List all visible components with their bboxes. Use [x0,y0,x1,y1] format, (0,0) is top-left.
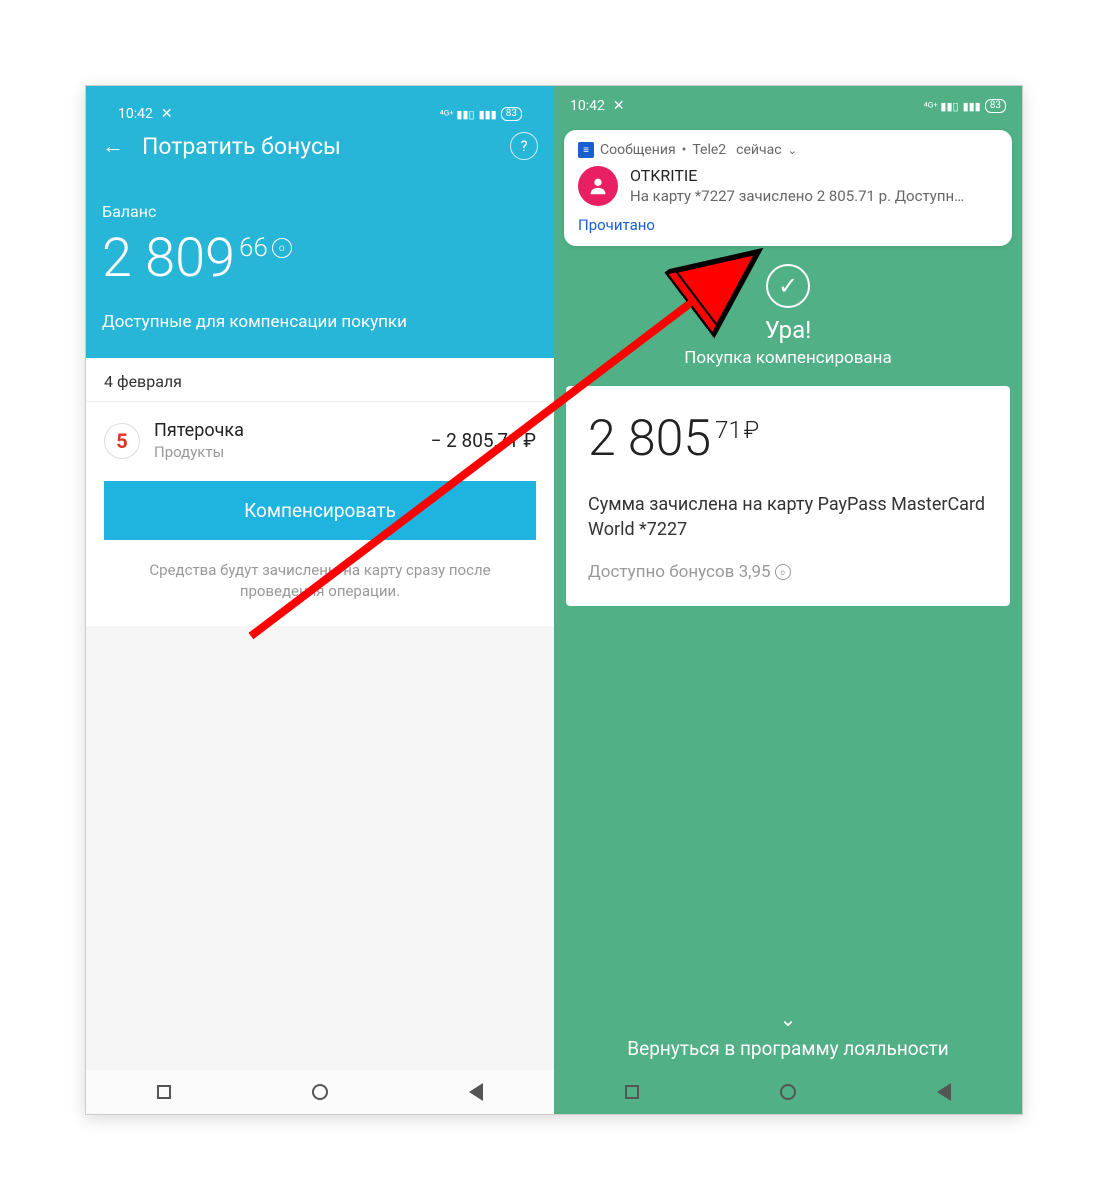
notification-carrier: Tele2 [692,142,726,158]
success-block: ✓ Ура! Покупка компенсирована [554,264,1022,368]
nav-bar [86,1070,554,1114]
nav-home-icon[interactable] [311,1083,329,1101]
success-title: Ура! [554,316,1022,344]
battery-icon: 83 [985,99,1006,113]
chevron-down-icon[interactable]: ⌄ [788,144,797,157]
page-title: Потратить бонусы [142,133,492,160]
hint-text: Средства будут зачислены на карту сразу … [86,554,554,626]
notification-app: Сообщения [600,142,676,158]
credited-text: Сумма зачислена на карту PayPass MasterC… [588,492,988,542]
nav-recent-icon[interactable] [155,1083,173,1101]
network-icon: ⁴ᴳ⁺ ▮▮▯ [440,108,475,121]
merchant-category: Продукты [154,443,417,461]
battery-icon: 83 [501,107,522,121]
network-icon: ⁴ᴳ⁺ ▮▮▯ [924,100,959,113]
nav-home-icon[interactable] [779,1083,797,1101]
date-header: 4 февраля [86,358,554,402]
balance-frac: 66 [239,233,268,263]
notification-time: сейчас [736,142,781,158]
screen-success: 10:42 ✕ ⁴ᴳ⁺ ▮▮▯ ▮▮▮ 83 ≡ Сообщения • Tel… [554,86,1022,1114]
bonus-remaining: Доступно бонусов 3,95 o [588,562,988,582]
transaction-row[interactable]: 5 Пятерочка Продукты − 2 805,71 ₽ [86,402,554,475]
compensated-amount: 2 805 71₽ [588,410,988,468]
notification-message: На карту *7227 зачислено 2 805.71 р. Дос… [630,187,970,205]
messages-app-icon: ≡ [578,142,594,158]
notification-action[interactable]: Прочитано [578,216,998,234]
signal-icon: ▮▮▮ [479,108,497,121]
back-icon[interactable]: ← [102,133,124,159]
balance-label: Баланс [102,202,538,221]
nav-back-icon[interactable] [935,1083,953,1101]
status-bar: 10:42 ✕ ⁴ᴳ⁺ ▮▮▯ ▮▮▮ 83 [554,86,1022,122]
currency-symbol: ₽ [744,416,759,444]
amount-frac: 71 [715,416,742,444]
status-time: 10:42 [570,98,605,114]
notification-card[interactable]: ≡ Сообщения • Tele2 сейчас ⌄ OTKRITIE На… [564,130,1012,246]
contact-avatar-icon [578,166,618,206]
checkmark-icon: ✓ [766,264,810,308]
help-icon[interactable]: ? [510,132,538,160]
status-bar: 10:42 ✕ ⁴ᴳ⁺ ▮▮▯ ▮▮▮ 83 [102,96,538,132]
merchant-name: Пятерочка [154,420,417,441]
mute-icon: ✕ [613,98,625,114]
compensate-button[interactable]: Компенсировать [104,481,536,540]
success-subtitle: Покупка компенсирована [554,348,1022,368]
mute-icon: ✕ [161,106,173,122]
merchant-logo-icon: 5 [104,423,140,459]
nav-bar [554,1070,1022,1114]
nav-recent-icon[interactable] [623,1083,641,1101]
nav-back-icon[interactable] [467,1083,485,1101]
transaction-amount: − 2 805,71 ₽ [431,429,536,452]
transactions-card: 4 февраля 5 Пятерочка Продукты − 2 805,7… [86,358,554,626]
notification-sender: OTKRITIE [630,166,970,185]
return-link[interactable]: ⌄ Вернуться в программу лояльности [554,1007,1022,1060]
coin-icon: o [272,238,292,258]
available-purchases-label: Доступные для компенсации покупки [102,312,538,332]
chevron-down-icon: ⌄ [554,1007,1022,1031]
amount-int: 2 805 [588,410,711,468]
status-time: 10:42 [118,106,153,122]
coin-icon: o [775,564,791,580]
signal-icon: ▮▮▮ [963,100,981,113]
balance-amount: 2 809 66 o [102,227,538,290]
balance-int: 2 809 [102,227,235,290]
result-card: 2 805 71₽ Сумма зачислена на карту PayPa… [566,386,1010,606]
screen-spend-bonuses: 10:42 ✕ ⁴ᴳ⁺ ▮▮▯ ▮▮▮ 83 ← Потратить бонус… [86,86,554,1114]
